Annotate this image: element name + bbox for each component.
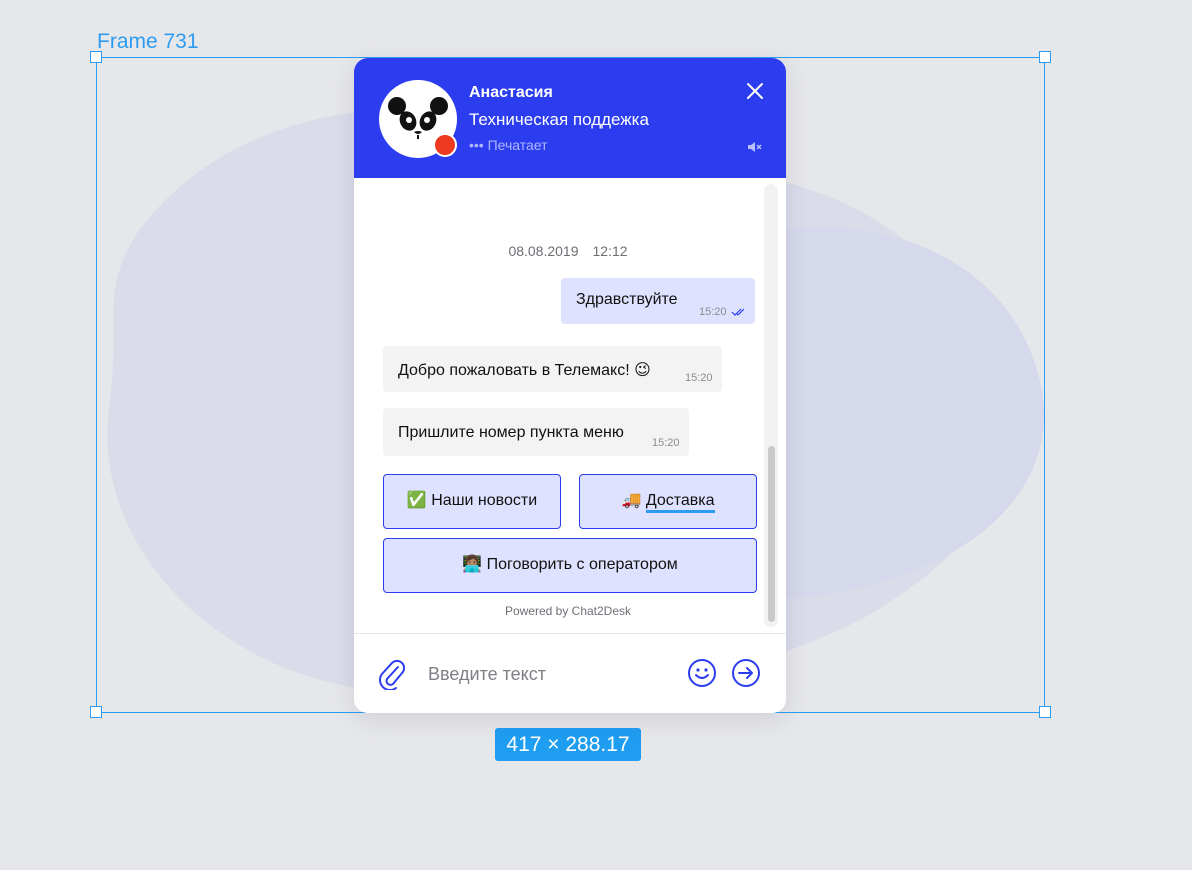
- message-time: 15:20: [685, 372, 713, 384]
- quick-reply-news-button[interactable]: ✅ Наши новости: [383, 474, 561, 529]
- powered-by-label: Powered by Chat2Desk: [504, 604, 632, 618]
- chat-header: Анастасия Техническая поддежка ••• Печат…: [354, 58, 786, 178]
- chat-body: 08.08.2019 12:12 Здравствуйте 15:20 Добро…: [354, 178, 786, 632]
- message-time: 15:20: [652, 437, 680, 449]
- message-text: Здравствуйте: [576, 291, 678, 308]
- quick-reply-label: Наши новости: [431, 492, 538, 509]
- time-label: 12:12: [592, 243, 628, 259]
- message-input[interactable]: [426, 656, 670, 692]
- typing-indicator: ••• Печатает: [469, 137, 548, 153]
- scrollbar-thumb[interactable]: [768, 446, 775, 622]
- quick-reply-label: Доставка: [645, 492, 715, 513]
- message-text: Добро пожаловать в Телемакс! 😉: [398, 362, 651, 379]
- operator-icon: 👩🏽‍💻: [462, 556, 483, 573]
- status-indicator: [433, 133, 457, 157]
- date-separator: 08.08.2019 12:12: [354, 243, 782, 259]
- resize-handle-top-right[interactable]: [1039, 51, 1051, 63]
- quick-reply-delivery-button[interactable]: 🚚 Доставка: [579, 474, 757, 529]
- double-check-icon: [731, 308, 745, 316]
- frame-label: Frame 731: [97, 30, 199, 53]
- paperclip-icon[interactable]: [378, 658, 406, 690]
- resize-handle-top-left[interactable]: [90, 51, 102, 63]
- quick-reply-operator-button[interactable]: 👩🏽‍💻 Поговорить с оператором: [383, 538, 757, 593]
- agent-role: Техническая поддежка: [469, 110, 649, 129]
- dimensions-badge: 417 × 288.17: [495, 728, 641, 761]
- date-label: 08.08.2019: [508, 243, 579, 259]
- resize-handle-bottom-right[interactable]: [1039, 706, 1051, 718]
- message-text: Пришлите номер пункта меню: [398, 424, 624, 441]
- send-arrow-icon[interactable]: [731, 658, 761, 688]
- smiley-icon[interactable]: [687, 658, 717, 688]
- mute-icon[interactable]: [747, 140, 763, 154]
- composer: [354, 633, 786, 713]
- message-time: 15:20: [699, 306, 727, 318]
- message-incoming: Пришлите номер пункта меню 15:20: [383, 408, 689, 456]
- close-icon[interactable]: [744, 80, 766, 102]
- checkmark-icon: ✅: [406, 492, 427, 509]
- truck-icon: 🚚: [621, 492, 642, 509]
- agent-name: Анастасия: [469, 84, 553, 101]
- resize-handle-bottom-left[interactable]: [90, 706, 102, 718]
- message-incoming: Добро пожаловать в Телемакс! 😉 15:20: [383, 346, 722, 392]
- message-outgoing: Здравствуйте 15:20: [561, 278, 755, 324]
- chat-widget: Анастасия Техническая поддежка ••• Печат…: [354, 58, 786, 713]
- quick-reply-label: Поговорить с оператором: [486, 556, 678, 573]
